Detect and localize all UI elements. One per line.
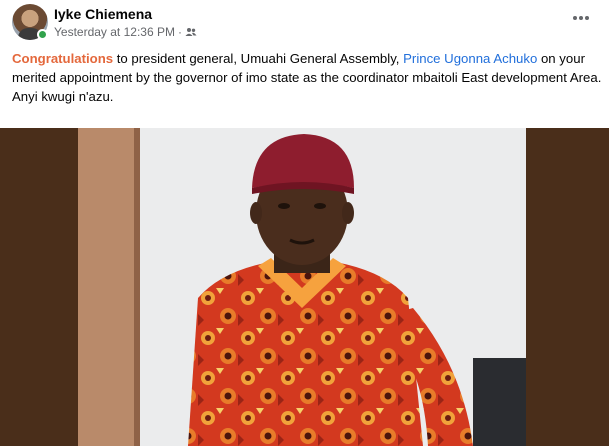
post-timestamp[interactable]: Yesterday at 12:36 PM [54,25,175,39]
mention-link[interactable]: Prince Ugonna Achuko [403,51,537,66]
post-message-line-1: Congratulations to president general, Um… [12,49,602,87]
friends-icon[interactable] [185,27,197,37]
post-photo[interactable] [78,128,526,446]
post-meta: Yesterday at 12:36 PM · [54,25,197,39]
meta-separator: · [177,25,182,39]
more-options-icon[interactable] [571,8,591,28]
message-text-part1: to president general, Umuahi General Ass… [113,51,404,66]
online-status-icon [37,29,48,40]
photo-backdrop-right [526,128,609,446]
post-photo-container[interactable] [0,128,609,446]
photo-backdrop-left [0,128,78,446]
post-message: Congratulations to president general, Um… [12,49,602,106]
post-header: Iyke Chiemena Yesterday at 12:36 PM · [0,0,609,44]
author-name[interactable]: Iyke Chiemena [54,6,152,22]
post-message-line-2: Anyi kwugi n'azu. [12,89,114,104]
highlight-word: Congratulations [12,51,114,66]
